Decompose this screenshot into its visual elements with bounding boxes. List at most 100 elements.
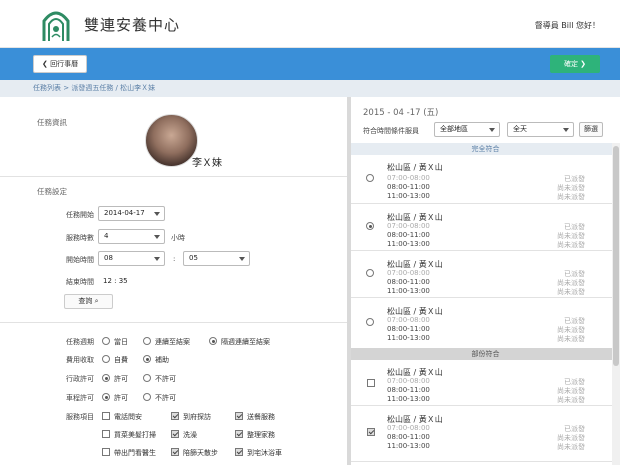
chevron-right-icon: ❯ — [577, 60, 587, 68]
caregiver-card[interactable]: 松山區 / 黃Ｘ山 07:00-08:00 08:00-11:00 11:00-… — [351, 155, 612, 204]
service-checkbox[interactable] — [102, 412, 110, 420]
time-slot: 07:00-08:00 — [387, 424, 430, 432]
breadcrumb: 任務列表 > 派發週五任務 / 松山李Ｘ妹 — [0, 80, 620, 97]
cycle-radio-biweekly[interactable] — [209, 337, 217, 345]
start-time-label: 開始時間 — [66, 256, 94, 264]
time-slot: 07:00-08:00 — [387, 174, 430, 182]
end-time-label: 結束時間 — [66, 278, 94, 286]
service-checkbox[interactable] — [235, 430, 243, 438]
user-greeting: 督導員 Bill 您好！ — [534, 21, 600, 30]
time-slot: 11:00-13:00 — [387, 240, 430, 248]
end-time-value: 12 : 35 — [103, 277, 128, 285]
caregiver-radio[interactable] — [366, 318, 374, 326]
car-radio-deny[interactable] — [143, 393, 151, 401]
fee-option-label: 自費 — [114, 356, 128, 364]
caret-down-icon — [154, 212, 160, 216]
caregiver-checkbox[interactable] — [367, 428, 375, 436]
region-select[interactable]: 全部地區 — [434, 122, 500, 137]
time-separator: : — [173, 255, 176, 263]
service-item-label: 到宅沐浴車 — [247, 449, 282, 457]
service-checkbox[interactable] — [171, 430, 179, 438]
caregiver-card[interactable]: 松山區 / 黃Ｘ山 07:00-08:00 08:00-11:00 11:00-… — [351, 252, 612, 298]
action-bar — [0, 48, 620, 80]
start-date-select[interactable]: 2014-04-17 — [98, 206, 165, 221]
caregiver-card[interactable]: 松山區 / 黃Ｘ山 07:00-08:00 08:00-11:00 11:00-… — [351, 205, 612, 251]
time-slot: 11:00-13:00 — [387, 287, 430, 295]
caregiver-name: 松山區 / 黃Ｘ山 — [387, 163, 443, 172]
search-icon: ⌕ — [94, 297, 99, 305]
service-checkbox[interactable] — [102, 448, 110, 456]
back-to-calendar-button[interactable]: ❮ 回行事曆 — [33, 55, 88, 73]
group-partial-match: 部份符合 — [351, 348, 620, 360]
service-item-label: 陪篩天散步 — [183, 449, 218, 457]
caregiver-card[interactable]: 松山區 / 黃Ｘ山 07:00-08:00 08:00-11:00 11:00-… — [351, 360, 612, 406]
chevron-left-icon: ❮ — [42, 60, 51, 68]
time-slot: 08:00-11:00 — [387, 386, 430, 394]
cycle-option-label: 連續至結案 — [155, 338, 190, 346]
caregiver-radio[interactable] — [366, 222, 374, 230]
scrollbar-thumb[interactable] — [613, 146, 619, 366]
start-minute-select[interactable]: 05 — [183, 251, 250, 266]
service-item-label: 帶出門看醫生 — [114, 449, 156, 457]
caret-down-icon — [154, 257, 160, 261]
service-checkbox[interactable] — [235, 448, 243, 456]
logo-icon — [42, 11, 70, 41]
start-hour-select[interactable]: 08 — [98, 251, 165, 266]
cycle-radio-continuous[interactable] — [143, 337, 151, 345]
search-button[interactable]: 查詢 ⌕ — [64, 294, 113, 309]
dispatch-status: 尚未派發 — [557, 443, 585, 451]
caregiver-radio[interactable] — [366, 269, 374, 277]
caregiver-card[interactable]: 松山區 / 黃Ｘ山 07:00-08:00 08:00-11:00 11:00-… — [351, 299, 612, 347]
fee-option-label: 補助 — [155, 356, 169, 364]
time-slot: 08:00-11:00 — [387, 231, 430, 239]
schedule-date-title: 2015 - 04 -17 (五) — [363, 108, 439, 118]
service-checkbox[interactable] — [102, 430, 110, 438]
service-item-label: 洗澡 — [183, 431, 197, 439]
caregiver-card[interactable]: 松山區 / 黃Ｘ山 07:00-08:00 08:00-11:00 11:00-… — [351, 407, 612, 462]
service-checkbox[interactable] — [171, 412, 179, 420]
fee-radio-subsidy[interactable] — [143, 355, 151, 363]
filter-button[interactable]: 篩選 — [579, 122, 603, 137]
car-permit-label: 車程許可 — [66, 394, 94, 402]
service-checkbox[interactable] — [171, 448, 179, 456]
service-item-label: 買菜美髮打掃 — [114, 431, 156, 439]
start-date-label: 任務開始 — [66, 211, 94, 219]
time-slot: 11:00-13:00 — [387, 192, 430, 200]
time-slot: 11:00-13:00 — [387, 442, 430, 450]
admin-permit-label: 行政許可 — [66, 375, 94, 383]
divider — [0, 176, 347, 177]
service-items-label: 服務項目 — [66, 413, 94, 421]
caret-down-icon — [154, 235, 160, 239]
cycle-label: 任務週期 — [66, 338, 94, 346]
admin-radio-allow[interactable] — [102, 374, 110, 382]
app-header: 雙連安養中心 督導員 Bill 您好！ — [0, 0, 620, 48]
time-slot: 08:00-11:00 — [387, 183, 430, 191]
fee-radio-self[interactable] — [102, 355, 110, 363]
time-slot: 11:00-13:00 — [387, 395, 430, 403]
filter-label: 符合時間條件服員 — [363, 127, 419, 135]
admin-radio-deny[interactable] — [143, 374, 151, 382]
time-slot: 11:00-13:00 — [387, 334, 430, 342]
car-option-label: 許可 — [114, 394, 128, 402]
service-hours-select[interactable]: 4 — [98, 229, 165, 244]
car-radio-allow[interactable] — [102, 393, 110, 401]
confirm-button[interactable]: 確定 ❯ — [550, 55, 600, 73]
group-full-match: 完全符合 — [351, 143, 620, 155]
cycle-option-label: 當日 — [114, 338, 128, 346]
dispatch-status: 尚未派發 — [557, 241, 585, 249]
caregiver-checkbox[interactable] — [367, 379, 375, 387]
time-slot: 08:00-11:00 — [387, 433, 430, 441]
time-slot: 07:00-08:00 — [387, 316, 430, 324]
cycle-radio-same-day[interactable] — [102, 337, 110, 345]
service-checkbox[interactable] — [235, 412, 243, 420]
cycle-option-label: 隔週連續至結案 — [221, 338, 270, 346]
person-name: 李Ｘ妹 — [192, 158, 222, 169]
service-item-label: 到府探訪 — [183, 413, 211, 421]
day-select[interactable]: 全天 — [507, 122, 574, 137]
dispatch-status: 尚未派發 — [557, 288, 585, 296]
task-settings-label: 任務設定 — [37, 187, 67, 196]
hours-unit: 小時 — [171, 234, 185, 242]
divider — [0, 322, 347, 323]
fee-label: 費用收取 — [66, 356, 94, 364]
caregiver-radio[interactable] — [366, 174, 374, 182]
